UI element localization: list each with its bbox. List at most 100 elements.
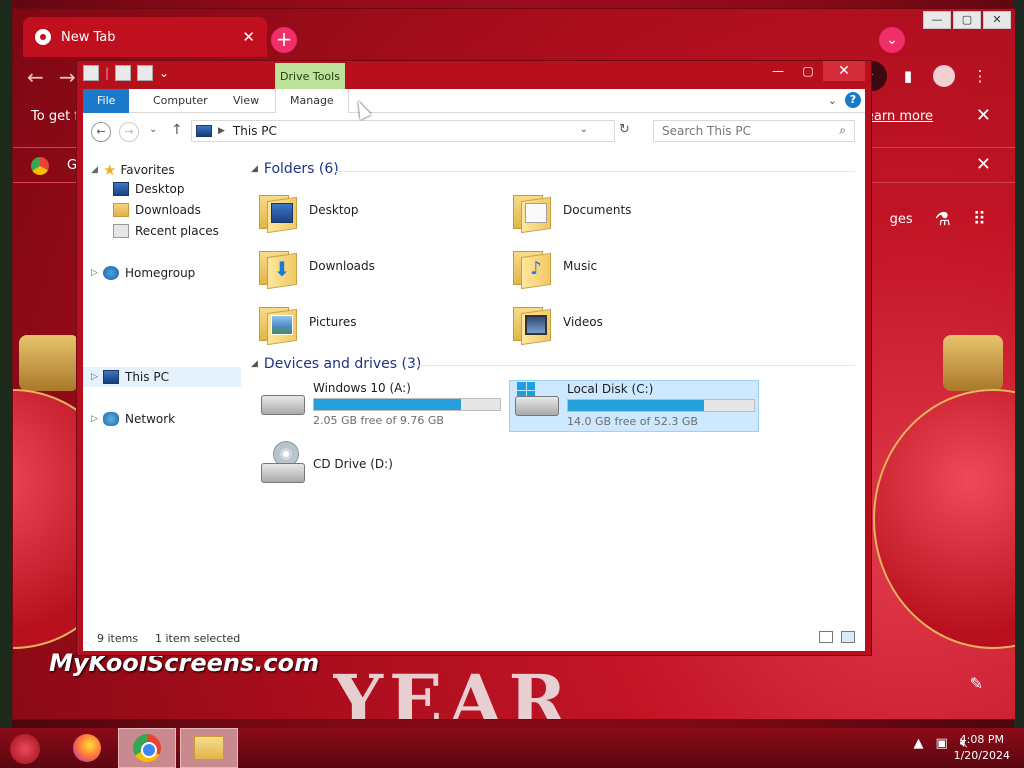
minimize-button[interactable]: — bbox=[763, 61, 793, 81]
tab-search-chevron-icon[interactable]: ⌄ bbox=[879, 27, 905, 53]
devices-group-header[interactable]: ◢ Devices and drives (3) bbox=[251, 356, 421, 372]
nav-item-recent-places[interactable]: Recent places bbox=[113, 224, 219, 238]
folder-videos[interactable]: Videos bbox=[513, 301, 603, 346]
folder-documents[interactable]: Documents bbox=[513, 189, 631, 234]
clock[interactable]: 4:08 PM 1/20/2024 bbox=[954, 732, 1010, 764]
search-input[interactable]: Search This PC ⌕ bbox=[653, 120, 855, 142]
nav-label: This PC bbox=[125, 370, 169, 384]
images-link[interactable]: ges bbox=[890, 212, 913, 227]
help-icon[interactable]: ? bbox=[845, 92, 861, 108]
status-bar: 9 items 1 item selected bbox=[83, 625, 865, 651]
nav-item-network[interactable]: ▷ Network bbox=[91, 412, 175, 426]
collapse-arrow-icon[interactable]: ◢ bbox=[91, 165, 103, 175]
tab-view[interactable]: View bbox=[219, 89, 273, 113]
tab-new-tab[interactable]: New Tab ✕ bbox=[23, 17, 267, 57]
network-tray-icon[interactable]: ▣ bbox=[936, 736, 948, 751]
folder-desktop[interactable]: Desktop bbox=[259, 189, 359, 234]
collapse-triangle-icon[interactable]: ◢ bbox=[251, 164, 258, 174]
nav-item-favorites[interactable]: ◢ ★ Favorites bbox=[91, 161, 175, 179]
breadcrumb-chevron-icon[interactable]: ▶ bbox=[218, 126, 225, 136]
desktop-folder-icon bbox=[259, 189, 299, 234]
maximize-button[interactable]: ▢ bbox=[793, 61, 823, 81]
info-bar-close-icon[interactable]: ✕ bbox=[976, 105, 991, 126]
drive-c[interactable]: Local Disk (C:) 14.0 GB free of 52.3 GB bbox=[509, 380, 759, 432]
file-explorer-icon bbox=[194, 736, 224, 760]
documents-folder-icon bbox=[513, 189, 553, 234]
refresh-icon[interactable]: ↻ bbox=[619, 122, 630, 137]
navigation-pane: ◢ ★ Favorites Desktop Downloads Recent p… bbox=[83, 149, 241, 625]
chrome-icon bbox=[133, 734, 161, 762]
taskbar-firefox[interactable] bbox=[58, 728, 116, 768]
details-view-icon[interactable] bbox=[819, 631, 833, 643]
nav-label: Desktop bbox=[135, 182, 185, 196]
drive-usage-fill bbox=[314, 399, 461, 410]
up-arrow-icon[interactable]: ↑ bbox=[171, 122, 183, 138]
recent-locations-chevron-icon[interactable]: ⌄ bbox=[149, 124, 157, 135]
collapse-triangle-icon[interactable]: ◢ bbox=[251, 359, 258, 369]
nav-item-this-pc[interactable]: ▷ This PC bbox=[83, 367, 241, 387]
properties-icon[interactable] bbox=[115, 65, 132, 81]
new-folder-icon[interactable] bbox=[137, 65, 154, 81]
tab-close-icon[interactable]: ✕ bbox=[242, 28, 255, 46]
nav-label: Network bbox=[125, 412, 176, 426]
items-pane: ◢ Folders (6) Desktop Documents ⬇ Downlo… bbox=[245, 149, 861, 625]
folder-downloads[interactable]: ⬇ Downloads bbox=[259, 245, 375, 290]
tab-file[interactable]: File bbox=[83, 89, 130, 113]
labs-flask-icon[interactable]: ⚗ bbox=[935, 209, 951, 230]
back-arrow-icon[interactable]: ← bbox=[27, 65, 44, 89]
drive-d[interactable]: CD Drive (D:) bbox=[259, 441, 509, 487]
customize-pencil-icon[interactable]: ✎ bbox=[970, 674, 983, 693]
new-tab-button[interactable]: + bbox=[271, 27, 297, 53]
star-icon: ★ bbox=[103, 161, 117, 179]
back-button[interactable]: ← bbox=[91, 122, 111, 142]
folder-label: Music bbox=[563, 259, 598, 273]
desktop-edge-left bbox=[0, 0, 12, 728]
forward-arrow-icon[interactable]: → bbox=[59, 65, 76, 89]
large-icons-view-icon[interactable] bbox=[841, 631, 855, 643]
expand-arrow-icon[interactable]: ▷ bbox=[91, 268, 103, 278]
folder-music[interactable]: ♪ Music bbox=[513, 245, 598, 290]
nav-label: Downloads bbox=[135, 203, 201, 217]
firefox-icon bbox=[73, 734, 101, 762]
folder-pictures[interactable]: Pictures bbox=[259, 301, 357, 346]
group-divider bbox=[335, 171, 855, 172]
folders-group-header[interactable]: ◢ Folders (6) bbox=[251, 161, 339, 177]
doodle-logo-art: YEAR bbox=[333, 659, 573, 720]
close-button[interactable]: ✕ bbox=[983, 11, 1011, 29]
kebab-menu-icon[interactable]: ⋮ bbox=[965, 61, 995, 91]
tab-computer[interactable]: Computer bbox=[139, 89, 222, 113]
tab-manage[interactable]: Manage bbox=[275, 89, 349, 113]
qat-dropdown-icon[interactable]: ⌄ bbox=[159, 66, 169, 80]
expand-arrow-icon[interactable]: ▷ bbox=[91, 372, 103, 382]
address-box[interactable]: ▶ This PC ⌄ bbox=[191, 120, 615, 142]
minimize-button[interactable]: — bbox=[923, 11, 951, 29]
side-panel-icon[interactable]: ▮ bbox=[893, 61, 923, 91]
nav-item-homegroup[interactable]: ▷ Homegroup bbox=[91, 266, 195, 280]
videos-folder-icon bbox=[513, 301, 553, 346]
network-icon bbox=[103, 412, 119, 426]
forward-button[interactable]: → bbox=[119, 122, 139, 142]
google-apps-icon[interactable]: ⠿ bbox=[973, 209, 986, 230]
group-header-label: Folders (6) bbox=[263, 161, 339, 177]
nav-item-desktop[interactable]: Desktop bbox=[113, 182, 185, 196]
expand-arrow-icon[interactable]: ▷ bbox=[91, 414, 103, 424]
maximize-button[interactable]: ▢ bbox=[953, 11, 981, 29]
nav-label: Favorites bbox=[120, 163, 175, 177]
nav-item-downloads[interactable]: Downloads bbox=[113, 203, 201, 217]
close-button[interactable]: ✕ bbox=[823, 61, 865, 81]
start-ornament-icon[interactable] bbox=[10, 734, 40, 764]
profile-avatar[interactable] bbox=[933, 65, 955, 87]
ribbon-tabs: File Computer View Manage ⌄ ? bbox=[83, 89, 865, 113]
group-header-label: Devices and drives (3) bbox=[263, 356, 422, 372]
this-pc-icon[interactable] bbox=[83, 65, 99, 81]
downloads-folder-icon bbox=[113, 203, 129, 217]
address-dropdown-icon[interactable]: ⌄ bbox=[580, 124, 588, 135]
bookmark-bar-close-icon[interactable]: ✕ bbox=[976, 154, 991, 175]
expand-ribbon-chevron-icon[interactable]: ⌄ bbox=[828, 94, 837, 107]
taskbar-chrome[interactable] bbox=[118, 728, 176, 768]
file-explorer-window: | ⌄ Drive Tools — ▢ ✕ File Computer View… bbox=[76, 60, 872, 656]
show-hidden-icons-icon[interactable]: ▲ bbox=[914, 736, 924, 751]
search-icon: ⌕ bbox=[839, 123, 846, 137]
drive-a[interactable]: Windows 10 (A:) 2.05 GB free of 9.76 GB bbox=[259, 381, 509, 427]
taskbar-file-explorer[interactable] bbox=[180, 728, 238, 768]
